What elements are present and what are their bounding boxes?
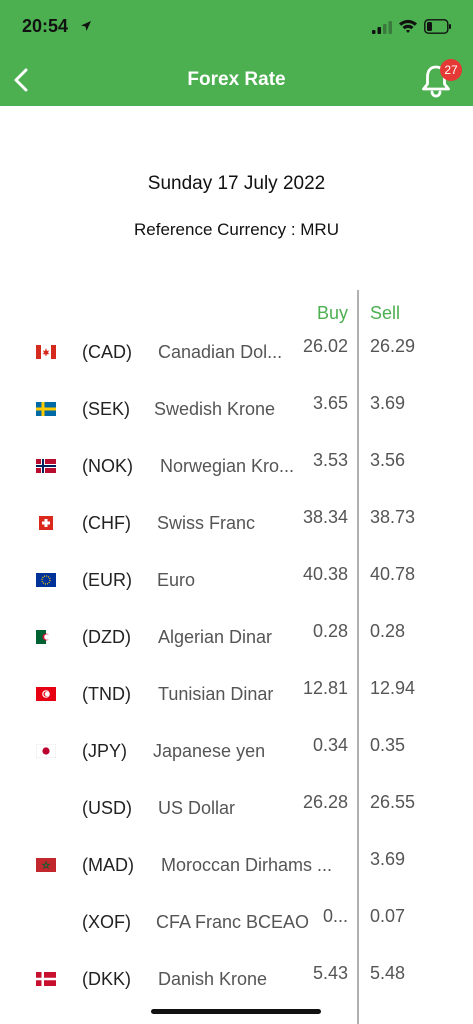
reference-currency: Reference Currency : MRU [133, 220, 339, 239]
denmark-flag-icon [36, 972, 56, 986]
notification-badge: 27 [440, 59, 462, 81]
buy-column-header: Buy [316, 303, 348, 323]
sell-rate: 3.69 [370, 393, 406, 413]
currency-name: Norwegian Kro... [160, 456, 295, 476]
currency-name: Japanese yen [153, 741, 266, 761]
rate-date: Sunday 17 July 2022 [147, 173, 326, 194]
rate-row-sek[interactable]: (SEK) Swedish Krone 3.65 3.69 [0, 393, 473, 427]
buy-rate: 12.81 [302, 678, 348, 698]
sell-rate: 38.73 [370, 507, 416, 527]
switzerland-flag-icon [36, 516, 56, 530]
home-indicator[interactable] [151, 1009, 321, 1014]
algeria-flag-icon [36, 630, 56, 644]
currency-code: (NOK) [82, 456, 133, 476]
currency-code: (JPY) [82, 741, 127, 761]
sell-rate: 3.69 [370, 849, 406, 869]
japan-flag-icon [36, 744, 56, 758]
currency-name: Danish Krone [158, 969, 268, 989]
buy-rate: 0... [322, 906, 348, 926]
rate-row-mad[interactable]: (MAD) Moroccan Dirhams ... 3.69 [0, 849, 473, 883]
sell-rate: 0.07 [370, 906, 406, 926]
sell-rate: 40.78 [370, 564, 416, 584]
buy-rate: 26.02 [302, 336, 348, 356]
eu-flag-icon [36, 573, 56, 587]
rate-row-xof[interactable]: (XOF) CFA Franc BCEAO 0... 0.07 [0, 906, 473, 940]
currency-name: Swedish Krone [154, 399, 276, 419]
sell-rate: 0.28 [370, 621, 406, 641]
currency-name: Tunisian Dinar [158, 684, 274, 704]
rate-row-jpy[interactable]: (JPY) Japanese yen 0.34 0.35 [0, 735, 473, 769]
rate-row-cad[interactable]: (CAD) Canadian Dol... 26.02 26.29 [0, 336, 473, 370]
currency-name: Moroccan Dirhams ... [161, 855, 333, 875]
currency-name: US Dollar [158, 798, 236, 818]
currency-code: (EUR) [82, 570, 132, 590]
buy-rate: 3.65 [312, 393, 348, 413]
buy-rate: 0.28 [312, 621, 348, 641]
buy-rate: 0.34 [312, 735, 348, 755]
buy-rate: 3.53 [312, 450, 348, 470]
currency-code: (CAD) [82, 342, 132, 362]
buy-rate: 5.43 [312, 963, 348, 983]
sell-rate: 26.55 [370, 792, 416, 812]
status-bar: 20:54 [0, 0, 473, 56]
currency-name: Canadian Dol... [158, 342, 283, 362]
sell-rate: 26.29 [370, 336, 416, 356]
cellular-signal-icon [372, 21, 392, 34]
sell-rate: 0.35 [370, 735, 406, 755]
rate-row-nok[interactable]: (NOK) Norwegian Kro... 3.53 3.56 [0, 450, 473, 484]
currency-code: (TND) [82, 684, 131, 704]
tunisia-flag-icon [36, 687, 56, 701]
currency-code: (MAD) [82, 855, 134, 875]
canada-flag-icon [36, 345, 56, 359]
sell-rate: 5.48 [370, 963, 406, 983]
currency-name: Swiss Franc [157, 513, 256, 533]
currency-code: (XOF) [82, 912, 131, 932]
buy-rate: 26.28 [302, 792, 348, 812]
rate-row-dkk[interactable]: (DKK) Danish Krone 5.43 5.48 [0, 963, 473, 997]
rate-row-usd[interactable]: (USD) US Dollar 26.28 26.55 [0, 792, 473, 826]
rate-row-eur[interactable]: (EUR) Euro 40.38 40.78 [0, 564, 473, 598]
currency-code: (DZD) [82, 627, 131, 647]
currency-code: (CHF) [82, 513, 131, 533]
currency-name: Algerian Dinar [158, 627, 273, 647]
rate-row-tnd[interactable]: (TND) Tunisian Dinar 12.81 12.94 [0, 678, 473, 712]
wifi-icon [399, 19, 417, 33]
currency-name: CFA Franc BCEAO [156, 912, 310, 932]
norway-flag-icon [36, 459, 56, 473]
status-time: 20:54 [22, 16, 69, 36]
currency-code: (USD) [82, 798, 132, 818]
app-header: Forex Rate 27 [0, 56, 473, 106]
sweden-flag-icon [36, 402, 56, 416]
rate-row-chf[interactable]: (CHF) Swiss Franc 38.34 38.73 [0, 507, 473, 541]
sell-rate: 12.94 [370, 678, 416, 698]
page-title: Forex Rate [187, 69, 286, 90]
location-arrow-icon [81, 21, 91, 31]
currency-name: Euro [157, 570, 196, 590]
sell-column-header: Sell [370, 303, 401, 323]
rate-row-dzd[interactable]: (DZD) Algerian Dinar 0.28 0.28 [0, 621, 473, 655]
buy-rate: 40.38 [302, 564, 348, 584]
sell-rate: 3.56 [370, 450, 406, 470]
currency-code: (DKK) [82, 969, 131, 989]
currency-code: (SEK) [82, 399, 131, 419]
buy-rate: 38.34 [302, 507, 348, 527]
morocco-flag-icon [36, 858, 56, 872]
battery-icon [424, 19, 451, 34]
